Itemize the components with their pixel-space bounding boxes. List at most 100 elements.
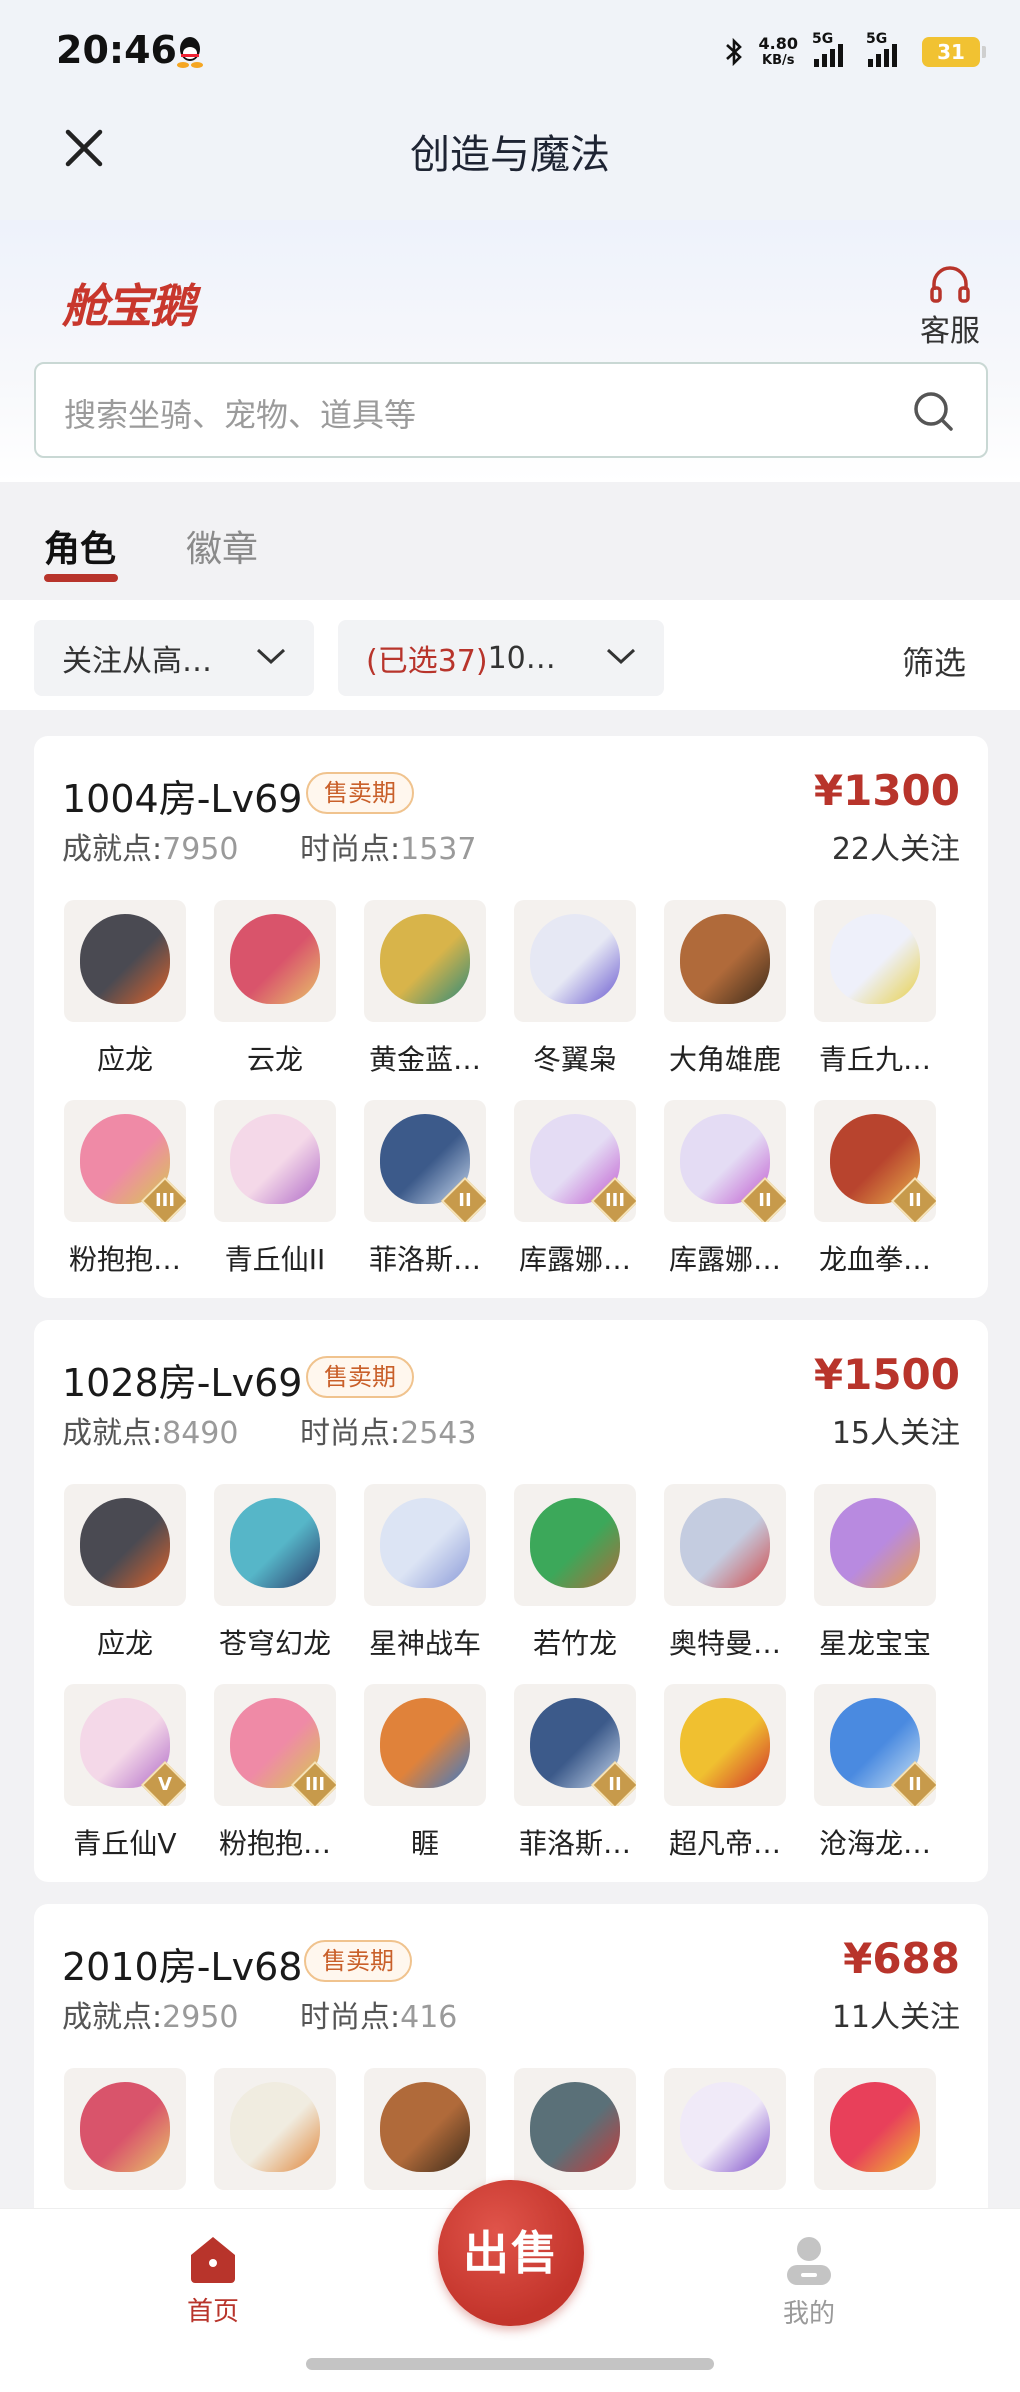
tab-badge[interactable]: 徽章 <box>186 520 258 572</box>
achievement-points: 成就点:2950 <box>62 1992 238 2036</box>
achievement-value: 7950 <box>162 832 239 867</box>
pet-thumbnail <box>814 900 936 1022</box>
nav-me-label: 我的 <box>782 2299 835 2329</box>
achievement-label: 成就点: <box>62 1416 163 1451</box>
filter-bar: 关注从高… (已选37) 10… 筛选 <box>0 600 1020 710</box>
listing-title: 2010房-Lv68 <box>62 1945 303 1989</box>
sort-dropdown[interactable]: 关注从高… <box>34 620 314 696</box>
status-badge: 售卖期 <box>306 1356 414 1398</box>
pet-portrait <box>230 914 320 1004</box>
pet-item: 奥特曼… <box>650 1484 800 1662</box>
pet-item: II 菲洛斯… <box>350 1100 500 1278</box>
pet-name: 粉抱抱… <box>68 1243 181 1276</box>
pet-portrait <box>230 1114 320 1204</box>
pet-name: 青丘仙V <box>73 1827 177 1860</box>
fashion-label: 时尚点: <box>300 832 401 867</box>
pet-portrait <box>530 2082 620 2172</box>
search-placeholder: 搜索坐骑、宠物、道具等 <box>64 396 417 434</box>
pet-portrait <box>380 914 470 1004</box>
pet-portrait <box>830 2082 920 2172</box>
brand-header: 舱宝鹅 客服 搜索坐骑、宠物、道具等 <box>0 220 1020 482</box>
sell-button[interactable]: 出售 <box>438 2180 584 2326</box>
home-indicator <box>306 2358 714 2370</box>
pet-portrait <box>530 914 620 1004</box>
pet-item: 黄金蓝… <box>350 900 500 1078</box>
pet-thumbnail <box>214 1484 336 1606</box>
customer-service-button[interactable]: 客服 <box>910 262 990 350</box>
search-input[interactable]: 搜索坐骑、宠物、道具等 <box>34 362 988 458</box>
pet-name: 苍穹幻龙 <box>218 1627 331 1660</box>
category-tabs: 角色 徽章 <box>0 482 1020 600</box>
pet-thumbnail <box>664 1684 786 1806</box>
pet-portrait <box>680 2082 770 2172</box>
status-time: 20:46 <box>56 28 177 72</box>
filter-button[interactable]: 筛选 <box>902 638 966 684</box>
pet-name: 库露娜… <box>668 1243 781 1276</box>
pet-thumbnail <box>214 900 336 1022</box>
fashion-value: 2543 <box>400 1416 477 1451</box>
pet-name: 粉抱抱… <box>218 1827 331 1860</box>
pet-item: 睚 <box>350 1684 500 1862</box>
brand-logo: 舱宝鹅 <box>62 279 196 333</box>
qq-icon <box>177 37 203 68</box>
pet-item: 星龙宝宝 <box>800 1484 950 1662</box>
listing-price: ¥1500 <box>813 1350 960 1399</box>
pet-thumbnail <box>364 1684 486 1806</box>
nav-me[interactable]: 我的 <box>756 2233 862 2330</box>
server-dropdown[interactable]: (已选37) 10… <box>338 620 664 696</box>
search-icon[interactable] <box>910 388 956 434</box>
fashion-points: 时尚点:1537 <box>300 824 476 868</box>
pet-portrait <box>680 914 770 1004</box>
pet-portrait <box>80 1498 170 1588</box>
pet-name: 星龙宝宝 <box>818 1627 931 1660</box>
nav-home[interactable]: 首页 <box>160 2233 266 2328</box>
fashion-label: 时尚点: <box>300 1416 401 1451</box>
signal-icon-2: 5G <box>866 31 908 67</box>
pet-item: II 龙血拳… <box>800 1100 950 1278</box>
pet-name: 应龙 <box>96 1043 153 1076</box>
pet-name: 龙血拳… <box>818 1243 931 1276</box>
pet-thumbnail <box>64 1484 186 1606</box>
listing-card[interactable]: 1004房-Lv69 售卖期 ¥1300 22人关注 成就点:7950 时尚点:1537 应… <box>34 736 988 1298</box>
pet-item: 青丘九… <box>800 900 950 1078</box>
pet-item: 云龙 <box>200 900 350 1078</box>
pet-portrait <box>230 1498 320 1588</box>
pet-item: 若竹龙 <box>500 1484 650 1662</box>
tab-role[interactable]: 角色 <box>44 520 116 572</box>
pet-name: 库露娜… <box>518 1243 631 1276</box>
pet-name: 云龙 <box>246 1043 303 1076</box>
user-icon <box>787 2237 831 2285</box>
status-badge: 售卖期 <box>304 1940 412 1982</box>
pet-name: 大角雄鹿 <box>668 1043 781 1076</box>
status-indicators: 4.80 KB/s 5G 5G 31 <box>723 30 986 74</box>
pet-item: 应龙 <box>50 1484 200 1662</box>
pet-grid: 应龙 苍穹幻龙 星神战车 若竹龙 奥特曼… 星龙宝宝 V 青丘仙V III 粉抱抱… 睚 II 菲洛斯…… <box>50 1484 988 1862</box>
follower-count: 15人关注 <box>831 1416 960 1451</box>
pet-item: 冬翼枭 <box>500 900 650 1078</box>
follower-count: 22人关注 <box>831 832 960 867</box>
server-selected-count: (已选37) <box>366 644 488 679</box>
pet-portrait <box>80 914 170 1004</box>
pet-name: 沧海龙… <box>818 1827 931 1860</box>
active-tab-indicator <box>44 574 118 582</box>
pet-name: 菲洛斯… <box>368 1243 481 1276</box>
pet-thumbnail <box>364 2068 486 2190</box>
pet-item: II 库露娜… <box>650 1100 800 1278</box>
pet-thumbnail: III <box>514 1100 636 1222</box>
pet-name: 超凡帝… <box>668 1827 781 1860</box>
listing-card[interactable]: 1028房-Lv69 售卖期 ¥1500 15人关注 成就点:8490 时尚点:2543 应… <box>34 1320 988 1882</box>
pet-item: III 粉抱抱… <box>200 1684 350 1862</box>
achievement-label: 成就点: <box>62 2000 163 2035</box>
fashion-points: 时尚点:2543 <box>300 1408 476 1452</box>
fashion-points: 时尚点:416 <box>300 1992 457 2036</box>
pet-portrait <box>230 2082 320 2172</box>
page-title: 创造与魔法 <box>410 132 610 178</box>
listing-price: ¥688 <box>843 1934 960 1983</box>
status-badge: 售卖期 <box>306 772 414 814</box>
fashion-label: 时尚点: <box>300 2000 401 2035</box>
signal-icon-1: 5G <box>812 31 852 67</box>
pet-thumbnail: V <box>64 1684 186 1806</box>
customer-service-label: 客服 <box>920 314 980 349</box>
pet-name: 青丘仙II <box>224 1243 326 1276</box>
pet-thumbnail <box>664 2068 786 2190</box>
